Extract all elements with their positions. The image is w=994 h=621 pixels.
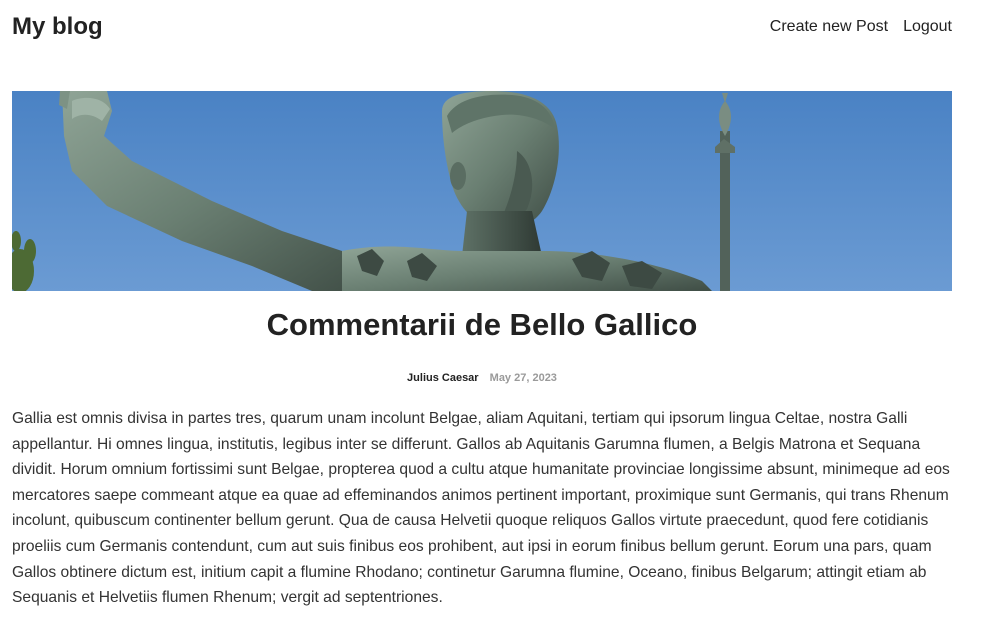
post-body: Gallia est omnis divisa in partes tres, … xyxy=(12,410,950,607)
hero-image-statue xyxy=(12,91,952,291)
post-author: Julius Caesar xyxy=(407,372,479,384)
site-header: My blog Create new Post Logout xyxy=(12,0,952,56)
post-date: May 27, 2023 xyxy=(489,372,557,384)
create-post-link[interactable]: Create new Post xyxy=(770,16,888,38)
site-title[interactable]: My blog xyxy=(12,12,103,42)
main-nav: Create new Post Logout xyxy=(770,16,952,38)
logout-link[interactable]: Logout xyxy=(903,16,952,38)
statue-illustration xyxy=(12,91,952,291)
post-meta: Julius Caesar May 27, 2023 xyxy=(12,370,952,386)
post-title: Commentarii de Bello Gallico xyxy=(266,307,698,342)
